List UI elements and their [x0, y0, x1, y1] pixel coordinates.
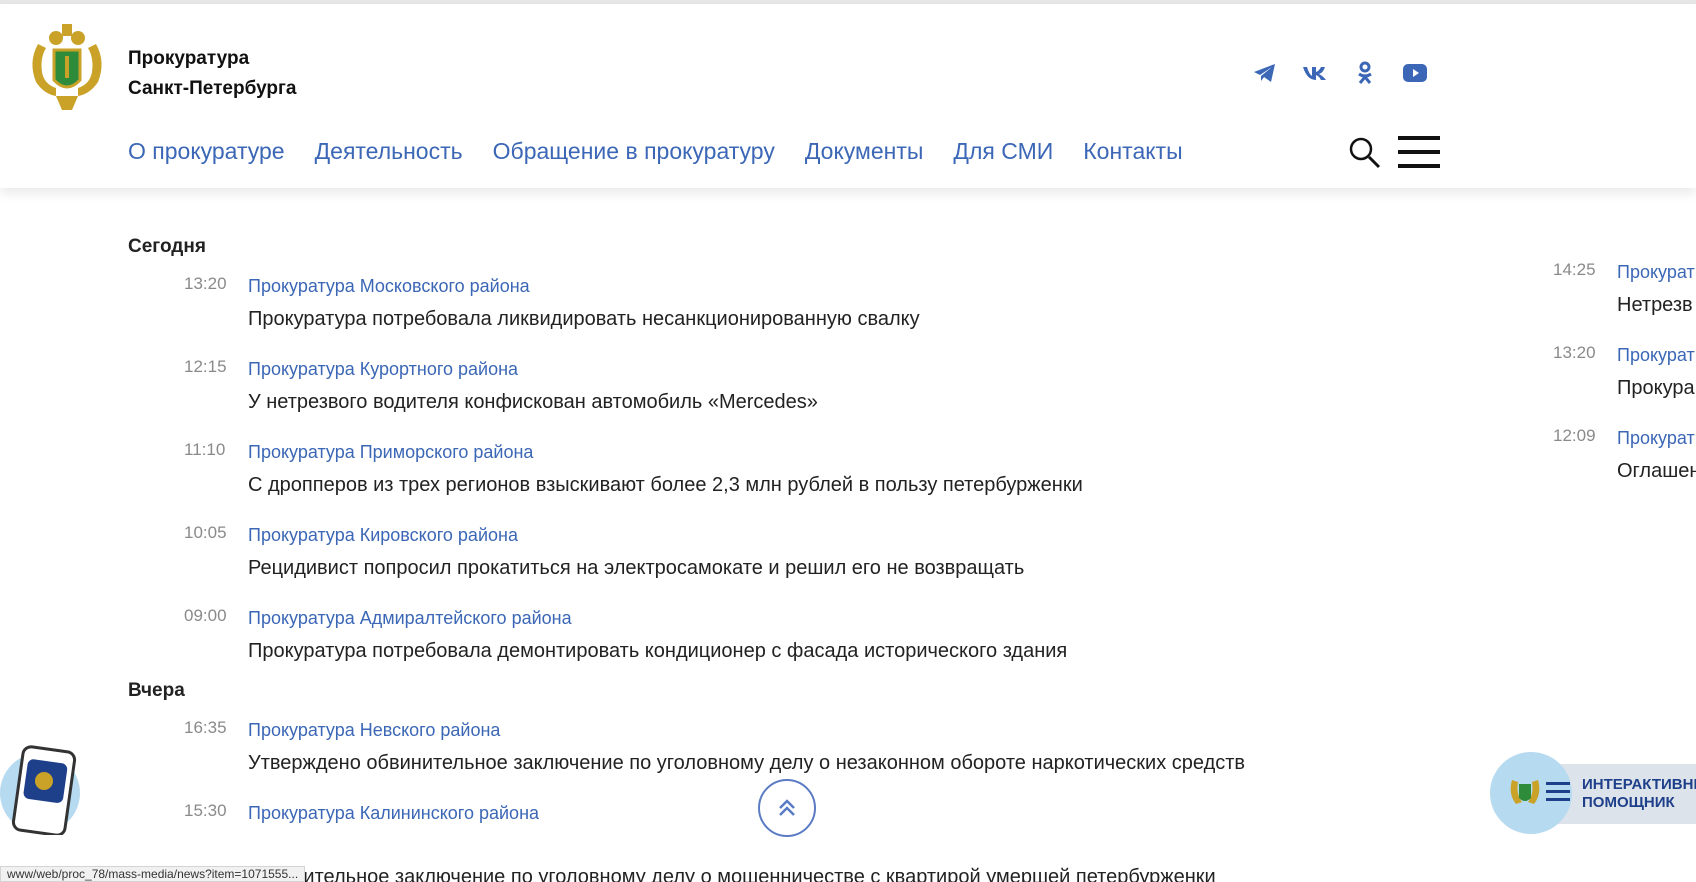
assistant-label-line2: ПОМОЩНИК	[1582, 794, 1675, 811]
youtube-icon[interactable]	[1400, 58, 1430, 88]
social-links	[1250, 58, 1430, 88]
news-title-link[interactable]: Прокура	[1617, 377, 1695, 400]
news-source-link[interactable]: Прокуратура Калининского района	[248, 803, 539, 824]
news-source-link[interactable]: Прокурат	[1617, 345, 1695, 366]
news-title-link[interactable]: Нетрезв	[1617, 294, 1693, 317]
news-source-link[interactable]: Прокуратура Курортного района	[248, 359, 518, 380]
nav-about[interactable]: О прокуратуре	[128, 138, 285, 165]
emblem-logo[interactable]	[26, 22, 108, 112]
site-title[interactable]: Прокуратура Санкт-Петербурга	[128, 44, 296, 104]
nav-contacts[interactable]: Контакты	[1083, 138, 1182, 165]
day-label-today: Сегодня	[128, 236, 206, 257]
nav-activity[interactable]: Деятельность	[315, 138, 463, 165]
mobile-app-widget[interactable]	[0, 745, 86, 837]
vk-icon[interactable]	[1300, 58, 1330, 88]
news-source-link[interactable]: Прокуратура Адмиралтейского района	[248, 608, 572, 629]
news-source-link[interactable]: Прокурат	[1617, 428, 1695, 449]
news-time: 10:05	[184, 523, 227, 542]
news-item: 10:05 Прокуратура Кировского района Реци…	[128, 523, 1428, 606]
nav-appeal[interactable]: Обращение в прокуратуру	[493, 138, 775, 165]
news-item: 12:15 Прокуратура Курортного района У не…	[128, 357, 1428, 440]
news-time: 11:10	[184, 440, 226, 459]
news-item: 09:00 Прокуратура Адмиралтейского района…	[128, 606, 1428, 670]
nav-documents[interactable]: Документы	[805, 138, 924, 165]
assistant-label: ИНТЕРАКТИВНЫ ПОМОЩНИК	[1582, 776, 1696, 812]
assistant-emblem-icon	[1510, 780, 1570, 804]
side-news-feed: 14:25 Прокурат Нетрезв 13:20 Прокурат Пр…	[1540, 260, 1696, 509]
odnoklassniki-icon[interactable]	[1350, 58, 1380, 88]
interactive-assistant-widget[interactable]: ИНТЕРАКТИВНЫ ПОМОЩНИК	[1490, 752, 1696, 834]
news-time: 12:15	[184, 357, 227, 376]
news-source-link[interactable]: Прокуратура Невского района	[248, 720, 500, 741]
news-source-link[interactable]: Прокуратура Московского района	[248, 276, 530, 297]
news-time: 13:20	[1553, 343, 1596, 362]
main-navigation: О прокуратуре Деятельность Обращение в п…	[128, 138, 1183, 165]
news-title-link[interactable]: Рецидивист попросил прокатиться на элект…	[248, 557, 1024, 580]
news-source-link[interactable]: Прокурат	[1617, 262, 1695, 283]
news-time: 16:35	[184, 718, 227, 737]
scroll-to-top-button[interactable]	[758, 779, 816, 837]
side-news-item[interactable]: 14:25 Прокурат Нетрезв	[1540, 260, 1696, 343]
chevron-up-icon	[779, 799, 795, 816]
news-source-link[interactable]: Прокуратура Кировского района	[248, 525, 518, 546]
day-label-yesterday: Вчера	[128, 680, 185, 701]
news-title-link[interactable]: С дропперов из трех регионов взыскивают …	[248, 474, 1083, 497]
news-item: 11:10 Прокуратура Приморского района С д…	[128, 440, 1428, 523]
news-time: 14:25	[1553, 260, 1596, 279]
news-title-link[interactable]: обвинительное заключение по уголовному д…	[248, 866, 1216, 882]
news-time: 13:20	[184, 274, 227, 293]
news-title-link[interactable]: Утверждено обвинительное заключение по у…	[248, 752, 1245, 775]
status-bar-url: www/web/proc_78/mass-media/news?item=107…	[0, 866, 306, 882]
news-title-link[interactable]: Прокуратура потребовала демонтировать ко…	[248, 640, 1067, 663]
news-title-link[interactable]: Оглашен	[1617, 460, 1696, 483]
nav-media[interactable]: Для СМИ	[953, 138, 1053, 165]
site-header: Прокуратура Санкт-Петербурга О прокурату…	[0, 4, 1696, 188]
news-time: 09:00	[184, 606, 227, 625]
telegram-icon[interactable]	[1250, 58, 1280, 88]
news-item: 13:20 Прокуратура Московского района Про…	[128, 274, 1428, 357]
news-time: 12:09	[1553, 426, 1596, 445]
site-title-line1: Прокуратура	[128, 48, 250, 69]
news-source-link[interactable]: Прокуратура Приморского района	[248, 442, 533, 463]
hamburger-menu-icon[interactable]	[1398, 136, 1440, 172]
site-title-line2: Санкт-Петербурга	[128, 78, 297, 99]
news-time: 15:30	[184, 801, 227, 820]
side-news-item[interactable]: 12:09 Прокурат Оглашен	[1540, 426, 1696, 509]
news-title-link[interactable]: У нетрезвого водителя конфискован автомо…	[248, 391, 818, 414]
side-news-item[interactable]: 13:20 Прокурат Прокура	[1540, 343, 1696, 426]
assistant-label-line1: ИНТЕРАКТИВНЫ	[1582, 776, 1696, 793]
news-title-link[interactable]: Прокуратура потребовала ликвидировать не…	[248, 308, 920, 331]
search-icon[interactable]	[1348, 136, 1382, 170]
